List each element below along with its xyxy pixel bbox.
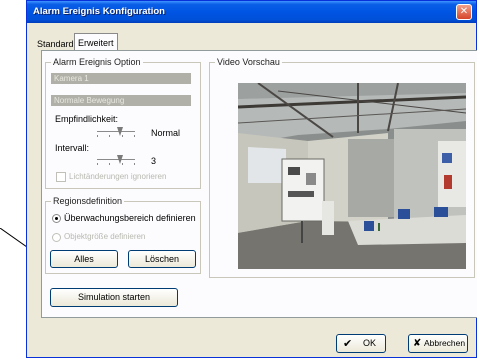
tab-standard[interactable]: Standard — [34, 37, 77, 51]
all-button[interactable]: Alles — [50, 250, 118, 268]
x-icon: ✘ — [413, 338, 422, 349]
interval-label: Intervall: — [55, 143, 90, 153]
alarm-config-window: Alarm Ereignis Konfiguration ✕ Standard … — [26, 0, 477, 358]
camera-field[interactable]: Kamera 1 — [51, 73, 191, 84]
close-icon: ✕ — [459, 6, 469, 17]
radio-define-object-size[interactable] — [52, 233, 61, 242]
close-button[interactable]: ✕ — [456, 4, 472, 20]
title-bar: Alarm Ereignis Konfiguration ✕ — [27, 1, 476, 23]
delete-button[interactable]: Löschen — [128, 250, 196, 268]
window-title: Alarm Ereignis Konfiguration — [33, 6, 165, 17]
define-area-label: Überwachungsbereich definieren — [64, 213, 196, 223]
sensitivity-value: Normal — [151, 128, 181, 138]
ok-button[interactable]: ✔ OK — [336, 334, 386, 353]
simulation-start-button[interactable]: Simulation starten — [50, 288, 178, 307]
sensitivity-label: Empfindlichkeit: — [55, 114, 119, 124]
interval-value: 3 — [151, 156, 157, 166]
checkmark-icon: ✔ — [343, 337, 353, 350]
ignore-light-label: Lichtänderungen ignorieren — [69, 172, 167, 181]
video-preview-legend: Video Vorschau — [217, 57, 280, 67]
motion-type-field[interactable]: Normale Bewegung — [51, 95, 191, 106]
radio-define-area[interactable] — [52, 214, 61, 223]
region-legend: Regionsdefinition — [53, 196, 123, 206]
video-preview-image — [238, 83, 466, 269]
alarm-option-legend: Alarm Ereignis Option — [53, 57, 141, 67]
ignore-light-checkbox[interactable] — [56, 172, 66, 182]
cancel-button[interactable]: ✘ Abbrechen — [408, 334, 468, 353]
define-object-size-label: Objektgröße definieren — [64, 232, 146, 241]
